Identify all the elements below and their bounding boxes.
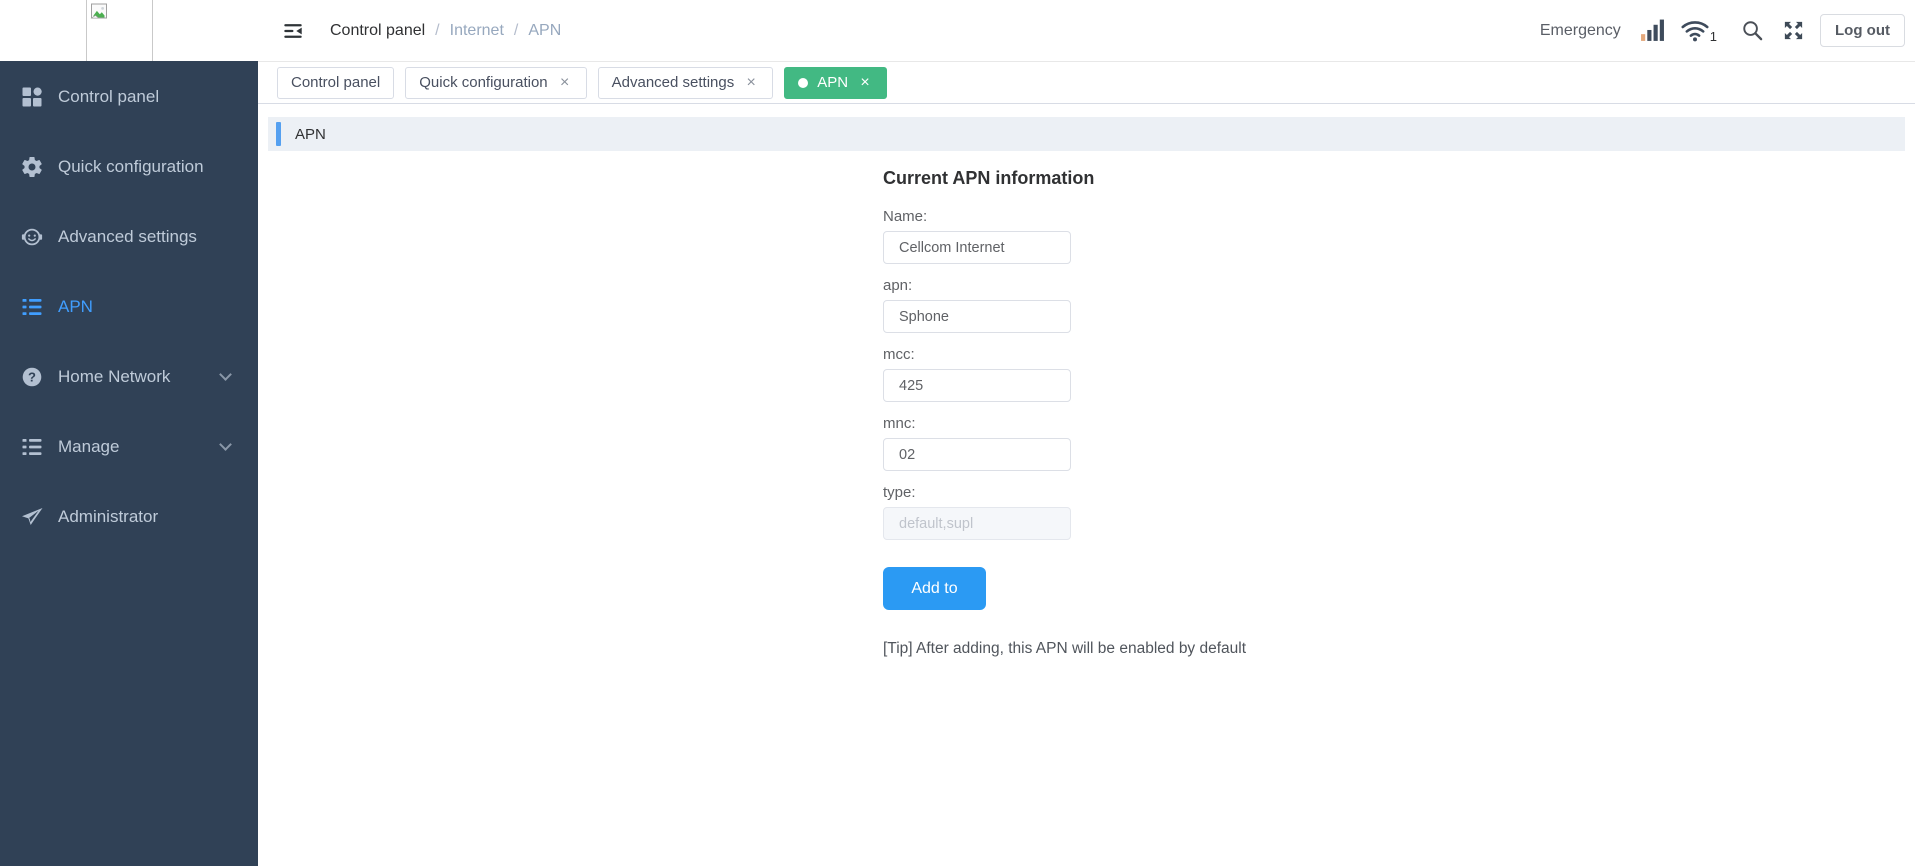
tip-text: [Tip] After adding, this APN will be ena… <box>883 640 1247 657</box>
tab-label: APN <box>817 74 849 91</box>
apn-input[interactable] <box>883 300 1071 333</box>
cellular-signal-icon <box>1640 19 1664 41</box>
sidebar-item-label: Quick configuration <box>58 157 204 176</box>
wifi-client-count: 1 <box>1709 29 1718 44</box>
list-icon <box>20 435 44 459</box>
chevron-down-icon <box>219 438 232 451</box>
sidebar-item-label: Control panel <box>58 87 160 106</box>
tab-label: Advanced settings <box>611 74 735 91</box>
close-icon[interactable]: × <box>857 74 873 91</box>
help-circle-icon: ? <box>20 365 44 389</box>
wifi-status: 1 <box>1681 18 1717 43</box>
type-label: type: <box>883 484 916 501</box>
form-group-mcc: mcc: <box>883 346 1443 402</box>
grid-icon <box>20 85 44 109</box>
list-icon <box>20 295 44 319</box>
search-icon[interactable] <box>1741 19 1764 42</box>
sidebar-item-home-network[interactable]: ? Home Network <box>0 342 258 412</box>
mnc-label: mnc: <box>883 415 916 432</box>
mcc-label: mcc: <box>883 346 915 363</box>
sidebar-item-manage[interactable]: Manage <box>0 412 258 482</box>
breadcrumb-internet[interactable]: Internet <box>450 22 504 40</box>
sidebar-item-apn[interactable]: APN <box>0 272 258 342</box>
logout-button[interactable]: Log out <box>1820 14 1905 47</box>
sidebar-item-label: Home Network <box>58 367 171 386</box>
close-icon[interactable]: × <box>557 74 573 91</box>
gear-icon <box>20 155 44 179</box>
tab-advanced-settings[interactable]: Advanced settings × <box>597 66 774 99</box>
top-navbar: Control panel / Internet / APN Emergency… <box>258 0 1915 62</box>
add-button[interactable]: Add to <box>883 567 986 610</box>
sidebar-item-advanced-settings[interactable]: Advanced settings <box>0 202 258 272</box>
broken-image-icon <box>90 3 107 19</box>
panel-accent-bar <box>276 122 281 146</box>
tab-quick-configuration[interactable]: Quick configuration × <box>405 66 587 99</box>
form-group-name: Name: <box>883 208 1443 264</box>
name-input[interactable] <box>883 231 1071 264</box>
main-content: APN Current APN information Name: apn: m… <box>258 104 1915 866</box>
sidebar-menu: Control panel Quick configuration Advanc… <box>0 61 258 552</box>
tab-label: Control panel <box>291 74 381 91</box>
support-face-icon <box>20 225 44 249</box>
breadcrumb-separator: / <box>435 21 440 39</box>
form-group-mnc: mnc: <box>883 415 1443 471</box>
breadcrumb-separator: / <box>513 21 519 39</box>
sidebar-item-control-panel[interactable]: Control panel <box>0 62 258 132</box>
breadcrumb: Control panel / Internet / APN <box>330 22 561 40</box>
sidebar-item-label: APN <box>58 297 93 316</box>
tab-control-panel[interactable]: Control panel <box>277 66 395 99</box>
svg-text:?: ? <box>28 369 36 384</box>
type-input <box>883 507 1071 540</box>
logo-image-placeholder <box>86 0 153 61</box>
mnc-input[interactable] <box>883 438 1071 471</box>
header-actions: Emergency 1 Log out <box>1540 14 1905 47</box>
sidebar-item-quick-configuration[interactable]: Quick configuration <box>0 132 258 202</box>
sidebar: Control panel Quick configuration Advanc… <box>0 0 258 866</box>
sidebar-collapse-icon[interactable] <box>282 20 304 42</box>
sidebar-item-label: Advanced settings <box>58 227 197 246</box>
paper-plane-icon <box>20 505 44 529</box>
emergency-status-label: Emergency <box>1539 21 1621 39</box>
form-title: Current APN information <box>883 168 1095 188</box>
panel-header: APN <box>268 117 1905 151</box>
sidebar-item-label: Manage <box>58 437 120 456</box>
sidebar-item-label: Administrator <box>58 507 159 526</box>
form-group-type: type: <box>883 484 1443 540</box>
tags-view-bar: Control panel Quick configuration × Adva… <box>258 62 1915 104</box>
wifi-icon <box>1681 21 1709 42</box>
fullscreen-icon[interactable] <box>1782 19 1805 42</box>
breadcrumb-apn: APN <box>528 21 562 39</box>
panel-title: APN <box>295 125 326 143</box>
apn-label: apn: <box>883 277 913 294</box>
name-label: Name: <box>883 208 928 225</box>
mcc-input[interactable] <box>883 369 1071 402</box>
tab-apn[interactable]: APN × <box>784 66 888 99</box>
tab-label: Quick configuration <box>419 74 548 91</box>
logo-area <box>0 0 258 61</box>
close-icon[interactable]: × <box>743 74 759 91</box>
active-tab-dot-icon <box>798 77 809 88</box>
apn-form: Current APN information Name: apn: mcc: … <box>883 168 1443 658</box>
form-group-apn: apn: <box>883 277 1443 333</box>
sidebar-item-administrator[interactable]: Administrator <box>0 482 258 552</box>
breadcrumb-control-panel[interactable]: Control panel <box>330 22 425 40</box>
chevron-down-icon <box>219 368 232 381</box>
